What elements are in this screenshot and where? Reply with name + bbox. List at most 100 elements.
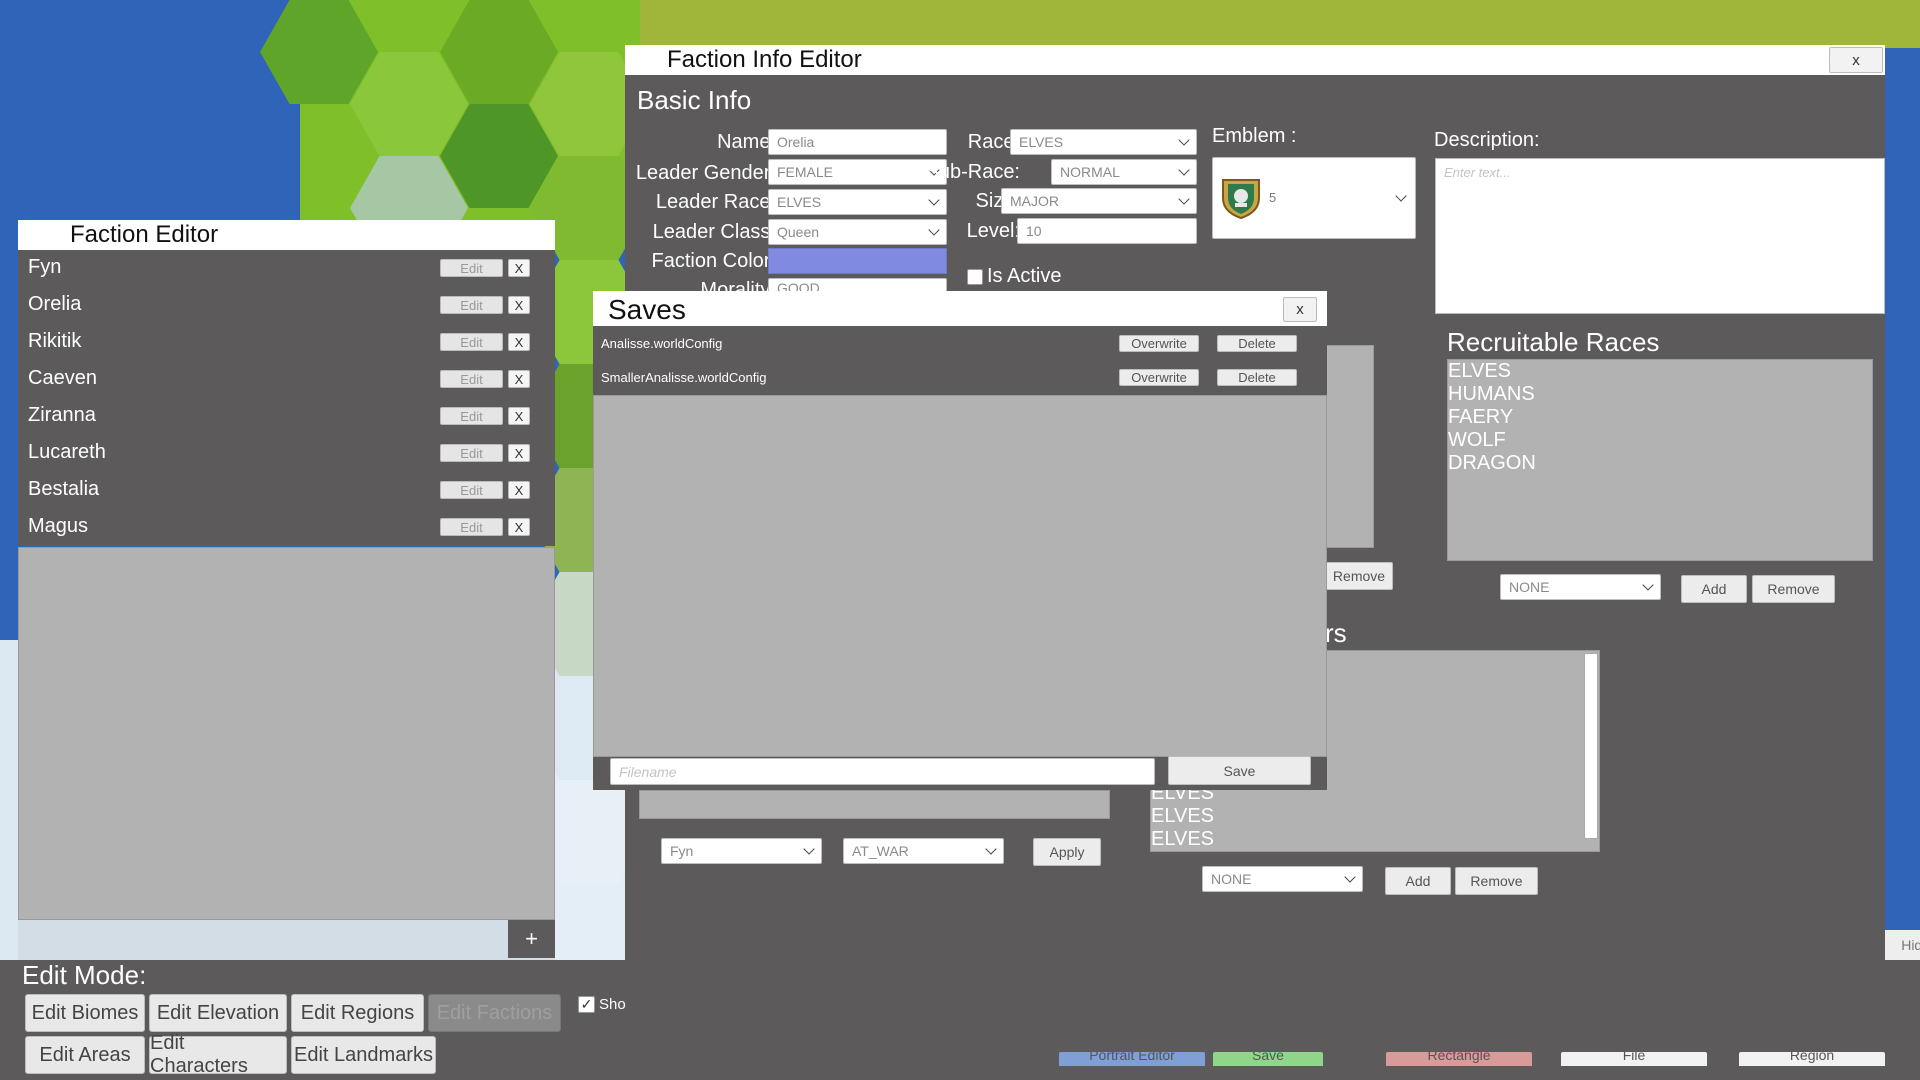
recruitable-remove-button[interactable]: Remove <box>1752 575 1835 603</box>
relations-list[interactable] <box>639 790 1110 819</box>
overwrite-button[interactable]: Overwrite <box>1119 369 1199 386</box>
file-button[interactable]: File <box>1561 1052 1707 1066</box>
save-file-row[interactable]: Analisse.worldConfig Overwrite Delete <box>593 326 1327 360</box>
show-checkbox-label: Sho <box>599 996 626 1013</box>
faction-remove-button[interactable]: X <box>508 481 530 499</box>
faction-color-swatch[interactable] <box>768 248 947 274</box>
edit-mode-button[interactable]: Edit Elevation <box>149 994 287 1032</box>
race-value: ELVES <box>1019 134 1064 150</box>
edit-mode-button[interactable]: Edit Landmarks <box>291 1036 436 1074</box>
leader-race-select[interactable]: ELVES <box>768 189 947 215</box>
recruitable-add-label: Add <box>1701 581 1727 597</box>
faction-list-empty-area <box>18 547 555 920</box>
faction-row[interactable]: Lucareth Edit X <box>18 435 555 472</box>
leaders-add-button[interactable]: Add <box>1385 867 1451 895</box>
leaders-scrollbar[interactable] <box>1584 653 1598 839</box>
leader-class-select[interactable]: Queen <box>768 219 947 245</box>
faction-name: Caeven <box>28 367 97 389</box>
level-input[interactable]: 10 <box>1017 218 1197 244</box>
relation-faction-select[interactable]: Fyn <box>661 838 822 864</box>
faction-remove-button[interactable]: X <box>508 370 530 388</box>
edit-mode-button[interactable]: Edit Characters <box>149 1032 287 1077</box>
recruitable-races-list[interactable]: ELVES HUMANS FAERY WOLF DRAGON <box>1447 359 1873 561</box>
hide-button[interactable]: Hide <box>1880 930 1920 960</box>
saves-close-button[interactable]: x <box>1283 297 1317 322</box>
morality-select[interactable]: GOOD <box>768 278 947 292</box>
faction-row[interactable]: Orelia Edit X <box>18 287 555 324</box>
faction-remove-button[interactable]: X <box>508 259 530 277</box>
recruitable-race-item[interactable]: FAERY <box>1448 406 1872 429</box>
leader-select[interactable]: NONE <box>1202 866 1363 892</box>
rectangle-button[interactable]: Rectangle <box>1386 1052 1532 1066</box>
faction-row[interactable]: Fyn Edit X <box>18 250 555 287</box>
edit-mode-button[interactable]: Edit Biomes <box>25 994 145 1032</box>
faction-edit-button[interactable]: Edit <box>440 444 503 462</box>
faction-remove-button[interactable]: X <box>508 296 530 314</box>
faction-remove-button[interactable]: X <box>508 518 530 536</box>
chevron-down-icon <box>928 224 940 236</box>
save-file-label: Save <box>1223 762 1256 779</box>
recruitable-add-button[interactable]: Add <box>1681 575 1747 603</box>
relation-apply-button[interactable]: Apply <box>1033 838 1101 866</box>
faction-row[interactable]: Ziranna Edit X <box>18 398 555 435</box>
sub-race-select[interactable]: NORMAL <box>1051 159 1197 185</box>
faction-edit-button[interactable]: Edit <box>440 296 503 314</box>
name-input[interactable]: Orelia <box>768 129 947 155</box>
info-editor-close-button[interactable]: x <box>1829 47 1883 73</box>
delete-button[interactable]: Delete <box>1217 335 1297 352</box>
description-label: Description: <box>1434 129 1540 151</box>
relation-state-value: AT_WAR <box>852 843 909 859</box>
add-faction-button[interactable]: + <box>508 920 555 958</box>
close-icon: x <box>1852 51 1860 69</box>
save-world-button[interactable]: Save <box>1213 1052 1323 1066</box>
file-label: File <box>1622 1052 1646 1063</box>
edit-mode-button[interactable]: Edit Factions <box>428 994 561 1032</box>
faction-remove-button[interactable]: X <box>508 444 530 462</box>
faction-edit-button[interactable]: Edit <box>440 370 503 388</box>
recruitable-race-item[interactable]: WOLF <box>1448 429 1872 452</box>
faction-edit-button[interactable]: Edit <box>440 407 503 425</box>
leader-gender-select[interactable]: FEMALE <box>768 159 947 185</box>
portrait-editor-button[interactable]: Portrait Editor <box>1059 1052 1205 1066</box>
race-select[interactable]: ELVES <box>1010 129 1197 155</box>
faction-edit-button[interactable]: Edit <box>440 333 503 351</box>
info-editor-title: Faction Info Editor <box>625 45 1885 75</box>
edit-mode-button[interactable]: Edit Regions <box>291 994 424 1032</box>
relation-state-select[interactable]: AT_WAR <box>843 838 1004 864</box>
recruitable-races-heading: Recruitable Races <box>1447 327 1660 357</box>
faction-remove-button[interactable]: X <box>508 407 530 425</box>
leader-item[interactable]: ELVES <box>1151 805 1214 828</box>
emblem-label: Emblem : <box>1212 125 1297 147</box>
faction-edit-button[interactable]: Edit <box>440 481 503 499</box>
emblem-select[interactable]: 5 <box>1212 157 1416 239</box>
hidden-remove-button[interactable]: Remove <box>1325 562 1393 590</box>
show-checkbox[interactable]: ✓ <box>578 996 595 1013</box>
leaders-remove-button[interactable]: Remove <box>1455 867 1538 895</box>
save-file-row[interactable]: SmallerAnalisse.worldConfig Overwrite Dele… <box>593 360 1327 394</box>
region-button[interactable]: Region <box>1739 1052 1885 1066</box>
faction-row[interactable]: Bestalia Edit X <box>18 472 555 509</box>
size-select[interactable]: MAJOR <box>1001 188 1197 214</box>
filename-input[interactable]: Filename <box>610 758 1155 785</box>
recruitable-race-select[interactable]: NONE <box>1500 574 1661 600</box>
save-list-empty-area <box>593 395 1327 757</box>
faction-editor-title: Faction Editor <box>18 220 555 250</box>
description-textarea[interactable]: Enter text... <box>1435 158 1885 314</box>
rectangle-label: Rectangle <box>1427 1052 1491 1063</box>
overwrite-button[interactable]: Overwrite <box>1119 335 1199 352</box>
recruitable-race-item[interactable]: ELVES <box>1448 360 1872 383</box>
leader-item[interactable]: ELVES <box>1151 828 1214 851</box>
faction-row[interactable]: Magus Edit X <box>18 509 555 546</box>
faction-row[interactable]: Rikitik Edit X <box>18 324 555 361</box>
edit-mode-label: Edit Mode: <box>22 960 147 990</box>
faction-edit-button[interactable]: Edit <box>440 518 503 536</box>
edit-mode-button[interactable]: Edit Areas <box>25 1036 145 1074</box>
faction-row[interactable]: Caeven Edit X <box>18 361 555 398</box>
faction-edit-button[interactable]: Edit <box>440 259 503 277</box>
recruitable-race-item[interactable]: HUMANS <box>1448 383 1872 406</box>
save-file-button[interactable]: Save <box>1168 756 1311 785</box>
faction-remove-button[interactable]: X <box>508 333 530 351</box>
delete-button[interactable]: Delete <box>1217 369 1297 386</box>
recruitable-race-item[interactable]: DRAGON <box>1448 452 1872 475</box>
is-active-checkbox[interactable] <box>967 269 983 285</box>
